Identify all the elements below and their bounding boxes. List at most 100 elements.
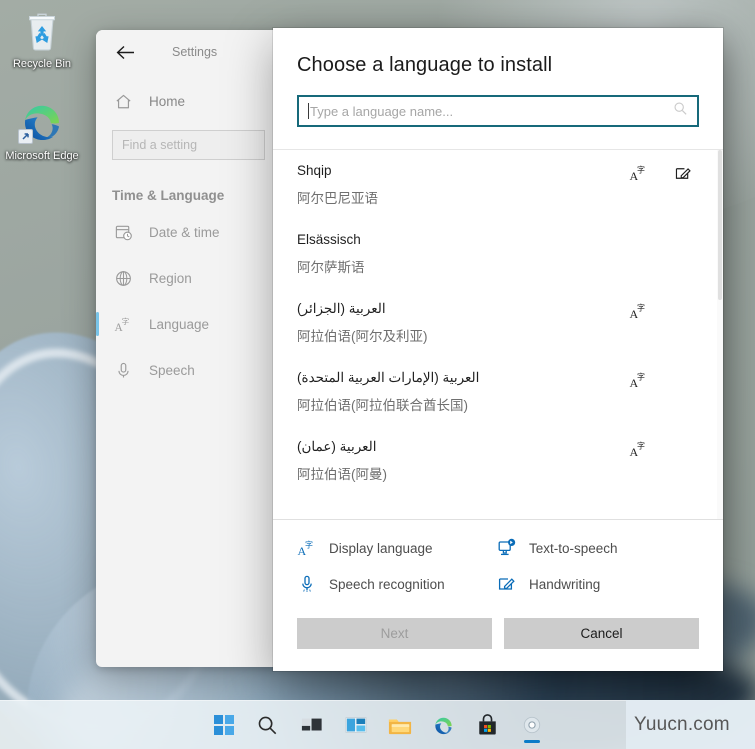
store-icon (479, 714, 496, 735)
list-item[interactable]: العربية (الجزائر) 阿拉伯语(阿尔及利亚) A 字 (273, 288, 723, 357)
task-view-button[interactable] (290, 705, 334, 745)
language-search-placeholder: Type a language name... (310, 103, 454, 119)
svg-text:字: 字 (637, 303, 645, 313)
microsoft-store-button[interactable] (466, 705, 510, 745)
language-search-input[interactable]: Type a language name... (297, 95, 699, 127)
search-icon (258, 716, 277, 734)
sidebar-item-language[interactable]: A 字 Language (96, 301, 281, 347)
sidebar-item-label: Date & time (149, 224, 220, 240)
desktop-icon-label: Recycle Bin (12, 58, 72, 70)
search-button[interactable] (246, 705, 290, 745)
feature-label: Handwriting (529, 576, 601, 592)
sidebar-item-speech[interactable]: Speech (96, 347, 281, 393)
language-feature-icons: A 字 (617, 368, 705, 391)
language-localized-name: 阿尔萨斯语 (297, 260, 365, 275)
dialog-header: Choose a language to install (273, 28, 723, 77)
scrollbar-thumb[interactable] (718, 150, 722, 300)
language-localized-name: 阿拉伯语(阿曼) (297, 467, 387, 482)
feature-label: Display language (329, 540, 433, 556)
svg-text:字: 字 (637, 165, 645, 175)
task-view-icon (301, 718, 322, 731)
language-labels: Elsässisch 阿尔萨斯语 (297, 230, 617, 277)
language-labels: العربية (الجزائر) 阿拉伯语(阿尔及利亚) (297, 299, 617, 346)
language-feature-icons: A 字 (617, 299, 705, 322)
language-labels: العربية (الإمارات العربية المتحدة) 阿拉伯语(… (297, 368, 617, 415)
language-icon: A 字 (297, 538, 317, 559)
feature-handwriting: Handwriting (497, 574, 699, 594)
shortcut-overlay-icon (18, 129, 33, 144)
feature-text-to-speech: Text-to-speech (497, 538, 699, 558)
svg-text:字: 字 (637, 441, 645, 451)
start-button[interactable] (202, 705, 246, 745)
sidebar-item-label: Home (149, 93, 186, 109)
sidebar-item-label: Language (149, 316, 210, 332)
language-feature-icons: A 字 (617, 161, 705, 184)
language-native-name: Elsässisch (297, 232, 361, 247)
language-list[interactable]: Shqip 阿尔巴尼亚语 A 字 Elsässisch 阿尔萨斯语 العربي… (273, 149, 723, 519)
handwriting-pen-icon (497, 574, 517, 594)
sidebar-item-date-time[interactable]: Date & time (96, 209, 281, 255)
widgets-icon (345, 717, 366, 733)
settings-search-input[interactable]: Find a setting (112, 130, 265, 160)
svg-text:字: 字 (122, 316, 130, 326)
settings-taskbar-button[interactable] (510, 705, 554, 745)
back-button[interactable] (108, 37, 142, 67)
language-feature-icons: A 字 (617, 437, 705, 460)
language-native-name: Shqip (297, 163, 332, 178)
language-labels: العربية (عمان) 阿拉伯语(阿曼) (297, 437, 617, 484)
sidebar-item-label: Region (149, 270, 192, 286)
feature-label: Speech recognition (329, 576, 445, 592)
list-item[interactable]: العربية (عمان) 阿拉伯语(阿曼) A 字 (273, 426, 723, 495)
language-native-name: العربية (عمان) (297, 439, 377, 454)
desktop-icon-label: Microsoft Edge (5, 150, 79, 162)
cancel-button[interactable]: Cancel (504, 618, 699, 649)
desktop-icon-recycle-bin[interactable]: Recycle Bin (2, 6, 82, 71)
settings-search-placeholder: Find a setting (122, 138, 198, 152)
microphone-icon (297, 574, 317, 594)
feature-display-language: A 字 Display language (297, 538, 497, 559)
language-feature-icons (617, 230, 705, 253)
search-icon[interactable] (673, 101, 688, 121)
edge-icon (18, 98, 66, 146)
text-caret (308, 103, 309, 119)
language-labels: Shqip 阿尔巴尼亚语 (297, 161, 617, 208)
globe-icon (116, 270, 131, 286)
language-localized-name: 阿拉伯语(阿尔及利亚) (297, 329, 428, 344)
windows-logo-icon (213, 715, 234, 735)
list-item[interactable]: Shqip 阿尔巴尼亚语 A 字 (273, 150, 723, 219)
list-item[interactable]: العربية (الإمارات العربية المتحدة) 阿拉伯语(… (273, 357, 723, 426)
site-watermark: Yuucn.com (626, 700, 755, 749)
dialog-title: Choose a language to install (297, 54, 553, 76)
language-icon: A 字 (617, 162, 661, 184)
edge-icon (435, 717, 452, 734)
settings-sidebar: Home Find a setting Time & Language Date… (96, 74, 281, 667)
recycle-bin-icon (18, 6, 66, 54)
home-icon (116, 94, 131, 108)
settings-gear-icon (523, 716, 540, 734)
feature-speech-recognition: Speech recognition (297, 574, 497, 594)
dialog-actions: Next Cancel (273, 604, 723, 671)
handwriting-pen-icon (661, 162, 705, 184)
file-explorer-button[interactable] (378, 705, 422, 745)
next-button[interactable]: Next (297, 618, 492, 649)
text-to-speech-icon (497, 538, 517, 558)
microphone-icon (118, 362, 129, 378)
language-localized-name: 阿拉伯语(阿拉伯联合酋长国) (297, 398, 468, 413)
widgets-button[interactable] (334, 705, 378, 745)
calendar-clock-icon (115, 225, 132, 240)
folder-icon (388, 719, 411, 734)
language-native-name: العربية (الإمارات العربية المتحدة) (297, 370, 480, 385)
sidebar-item-home[interactable]: Home (96, 82, 281, 120)
svg-text:字: 字 (305, 540, 313, 550)
language-icon: A 字 (114, 316, 130, 334)
edge-button[interactable] (422, 705, 466, 745)
desktop-icon-microsoft-edge[interactable]: Microsoft Edge (2, 98, 82, 163)
sidebar-section-heading: Time & Language (112, 188, 225, 203)
taskbar-items (202, 705, 554, 745)
sidebar-item-region[interactable]: Region (96, 255, 281, 301)
list-item[interactable]: Elsässisch 阿尔萨斯语 (273, 219, 723, 288)
list-scrollbar[interactable] (717, 150, 723, 519)
active-app-indicator (523, 740, 540, 743)
language-features-legend: A 字 Display language Text-to-speech Spee… (273, 519, 723, 604)
feature-label: Text-to-speech (529, 540, 618, 556)
